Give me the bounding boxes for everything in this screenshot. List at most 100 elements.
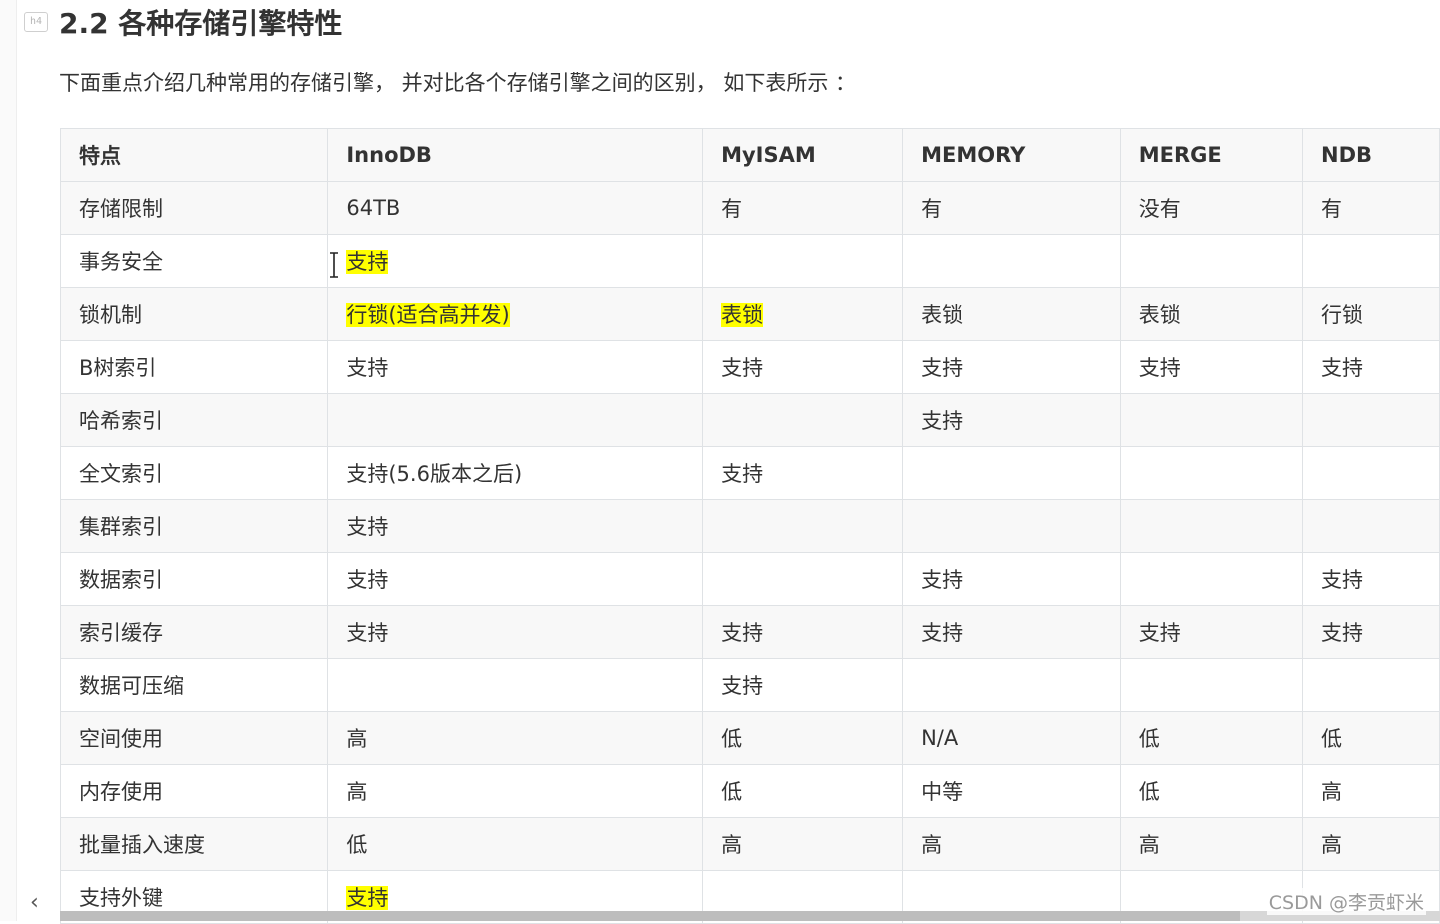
table-row: 数据可压缩 支持 xyxy=(59,658,1440,712)
table-cell: 集群索引 xyxy=(59,499,329,553)
table-header-row: 特点 InnoDB MyISAM MEMORY MERGE NDB xyxy=(59,128,1440,182)
header-innodb: InnoDB xyxy=(327,128,704,182)
header-feature: 特点 xyxy=(59,128,329,182)
table-cell: 支持 xyxy=(902,552,1121,606)
heading-level-marker: h4 xyxy=(24,12,48,32)
table-cell: N/A xyxy=(902,711,1121,765)
table-cell xyxy=(327,658,704,712)
highlighted-text: 支持 xyxy=(346,886,389,910)
table-cell: 全文索引 xyxy=(59,446,329,500)
table-cell: 索引缓存 xyxy=(59,605,329,659)
table-cell: 高 xyxy=(327,764,704,818)
table-cell: 支持 xyxy=(1119,605,1304,659)
table-cell: 支持 xyxy=(327,552,704,606)
chevron-left-icon[interactable]: ‹ xyxy=(30,890,48,916)
table-cell: 支持 xyxy=(902,340,1121,394)
table-cell: 支持 xyxy=(1302,340,1440,394)
table-cell: 支持 xyxy=(1302,605,1440,659)
table-cell: 支持 xyxy=(702,605,904,659)
table-cell: 低 xyxy=(1302,711,1440,765)
table-cell: 高 xyxy=(902,817,1121,871)
watermark: CSDN @李贡虾米 xyxy=(1266,888,1426,915)
table-cell: 低 xyxy=(702,711,904,765)
table-cell: 锁机制 xyxy=(59,287,329,341)
table-cell: 高 xyxy=(1302,764,1440,818)
highlighted-text: 行锁(适合高并发) xyxy=(346,303,510,327)
table-row: 内存使用 高 低 中等 低 高 xyxy=(59,764,1440,818)
table-cell: 支持 xyxy=(702,446,904,500)
table-cell: 低 xyxy=(327,817,704,871)
highlighted-text: 支持 xyxy=(346,250,389,274)
table-cell xyxy=(902,234,1121,288)
table-cell xyxy=(702,393,904,447)
table-row: 哈希索引 支持 xyxy=(59,393,1440,447)
highlighted-text: 表锁 xyxy=(721,303,764,327)
table-cell: 行锁(适合高并发) xyxy=(327,287,704,341)
table-cell: 支持 xyxy=(702,340,904,394)
table-row: 事务安全 支持 xyxy=(59,234,1440,288)
table-row: 全文索引 支持(5.6版本之后) 支持 xyxy=(59,446,1440,500)
table-cell xyxy=(1119,393,1304,447)
table-row: 索引缓存 支持 支持 支持 支持 支持 xyxy=(59,605,1440,659)
table-cell: 支持 xyxy=(1302,552,1440,606)
table-cell: 内存使用 xyxy=(59,764,329,818)
table-cell xyxy=(702,499,904,553)
table-cell: 支持 xyxy=(327,605,704,659)
table-cell: 表锁 xyxy=(902,287,1121,341)
table-cell: 高 xyxy=(327,711,704,765)
table-cell: 高 xyxy=(1302,817,1440,871)
table-cell: 行锁 xyxy=(1302,287,1440,341)
table-cell: 高 xyxy=(1119,817,1304,871)
table-cell xyxy=(702,234,904,288)
table-cell: 表锁 xyxy=(702,287,904,341)
table-row: 存储限制 64TB 有 有 没有 有 xyxy=(59,181,1440,235)
table-cell xyxy=(1119,234,1304,288)
table-cell: B树索引 xyxy=(59,340,329,394)
table-cell: 有 xyxy=(702,181,904,235)
table-cell xyxy=(702,552,904,606)
intro-paragraph: 下面重点介绍几种常用的存储引擎， 并对比各个存储引擎之间的区别， 如下表所示 ： xyxy=(59,71,857,95)
storage-engine-table: 特点 InnoDB MyISAM MEMORY MERGE NDB 存储限制 6… xyxy=(59,128,1440,924)
table-body: 存储限制 64TB 有 有 没有 有 事务安全 支持 锁机制 行锁(适合高并发)… xyxy=(59,181,1440,924)
table-cell: 数据索引 xyxy=(59,552,329,606)
table-cell: 高 xyxy=(702,817,904,871)
table-cell xyxy=(1119,499,1304,553)
header-merge: MERGE xyxy=(1119,128,1304,182)
table-cell xyxy=(327,393,704,447)
table-cell: 支持 xyxy=(327,499,704,553)
table-cell: 支持 xyxy=(902,393,1121,447)
header-myisam: MyISAM xyxy=(702,128,904,182)
table-cell xyxy=(902,446,1121,500)
table-cell: 有 xyxy=(1302,181,1440,235)
header-ndb: NDB xyxy=(1302,128,1440,182)
table-row: 集群索引 支持 xyxy=(59,499,1440,553)
table-cell: 表锁 xyxy=(1119,287,1304,341)
table-cell: 有 xyxy=(902,181,1121,235)
table-cell: 低 xyxy=(702,764,904,818)
table-cell: 中等 xyxy=(902,764,1121,818)
table-cell: 存储限制 xyxy=(59,181,329,235)
table-cell: 哈希索引 xyxy=(59,393,329,447)
table-row: 批量插入速度 低 高 高 高 高 xyxy=(59,817,1440,871)
table-cell xyxy=(1302,658,1440,712)
header-memory: MEMORY xyxy=(902,128,1121,182)
table-cell xyxy=(1119,446,1304,500)
table-cell: 支持(5.6版本之后) xyxy=(327,446,704,500)
editor-gutter xyxy=(0,0,17,921)
table-header: 特点 InnoDB MyISAM MEMORY MERGE NDB xyxy=(59,128,1440,182)
table-cell xyxy=(902,658,1121,712)
section-heading: 2.2 各种存储引擎特性 xyxy=(59,7,343,40)
table-cell: 数据可压缩 xyxy=(59,658,329,712)
scrollbar-thumb[interactable] xyxy=(60,911,1240,921)
table-row: 锁机制 行锁(适合高并发) 表锁 表锁 表锁 行锁 xyxy=(59,287,1440,341)
table-cell: 64TB xyxy=(327,181,704,235)
table-cell: 支持 xyxy=(1119,340,1304,394)
table-row: 空间使用 高 低 N/A 低 低 xyxy=(59,711,1440,765)
table-cell: 没有 xyxy=(1119,181,1304,235)
table-cell: 事务安全 xyxy=(59,234,329,288)
i-beam-cursor-icon xyxy=(330,252,338,278)
table-cell: 低 xyxy=(1119,764,1304,818)
table-cell: 支持 xyxy=(902,605,1121,659)
table-cell xyxy=(1302,446,1440,500)
table-cell xyxy=(1119,552,1304,606)
